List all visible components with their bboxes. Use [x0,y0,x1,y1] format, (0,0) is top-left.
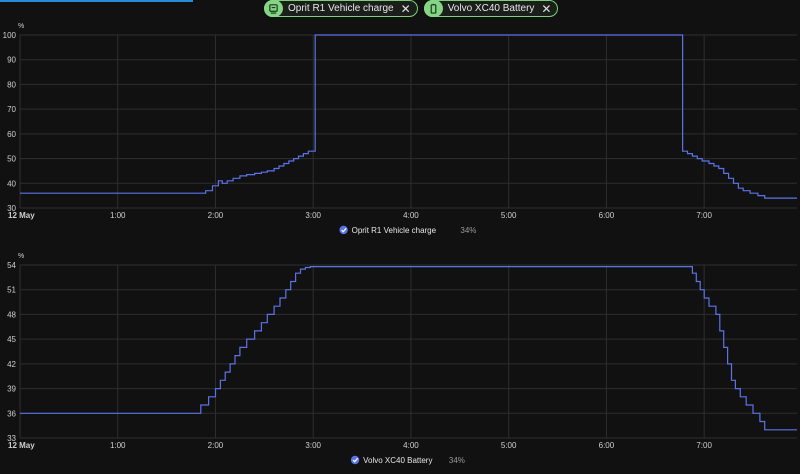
x-tick-label: 5:00 [501,441,517,450]
x-tick-label: 3:00 [305,211,321,220]
y-tick-label: 70 [7,105,16,114]
x-tick-label: 3:00 [305,441,321,450]
y-tick-label: 100 [3,31,17,40]
y-tick-label: 51 [7,286,16,295]
x-tick-label: 1:00 [110,441,126,450]
legend-checkbox [350,455,360,465]
legend-label: Oprit R1 Vehicle charge [352,226,437,235]
y-tick-label: 48 [7,310,16,319]
x-tick-label: 5:00 [501,211,517,220]
x-tick-label: 6:00 [599,441,615,450]
y-tick-label: 39 [7,385,16,394]
y-tick-label: 90 [7,56,16,65]
legend-checkbox [339,225,348,235]
legend-value: 34% [460,226,476,235]
legend-label: Volvo XC40 Battery [363,456,432,465]
x-tick-label: 4:00 [403,211,419,220]
y-tick-label: 40 [7,179,16,188]
y-tick-label: 54 [7,261,16,270]
y-tick-label: 36 [7,409,16,418]
x-tick-label: 1:00 [110,211,126,220]
y-tick-label: 80 [7,80,16,89]
x-tick-label: 7:00 [696,441,712,450]
x-tick-label: 2:00 [208,211,224,220]
y-axis-unit: % [18,253,24,260]
legend-value: 34% [449,456,465,465]
y-tick-label: 45 [7,335,16,344]
history-charts: 3040506070809010012 May 1:00 2:00 3:00 4:00 5… [3,23,797,465]
y-axis-unit: % [18,23,24,30]
x-tick-label: 4:00 [403,441,419,450]
y-tick-label: 50 [7,155,16,164]
x-tick-label: 6:00 [599,211,615,220]
y-tick-label: 42 [7,360,16,369]
x-tick-label: 7:00 [696,211,712,220]
x-tick-label: 12 May [8,441,35,450]
y-tick-label: 60 [7,130,16,139]
x-tick-label: 2:00 [208,441,224,450]
series-line [20,266,797,431]
x-tick-label: 12 May [8,211,35,220]
